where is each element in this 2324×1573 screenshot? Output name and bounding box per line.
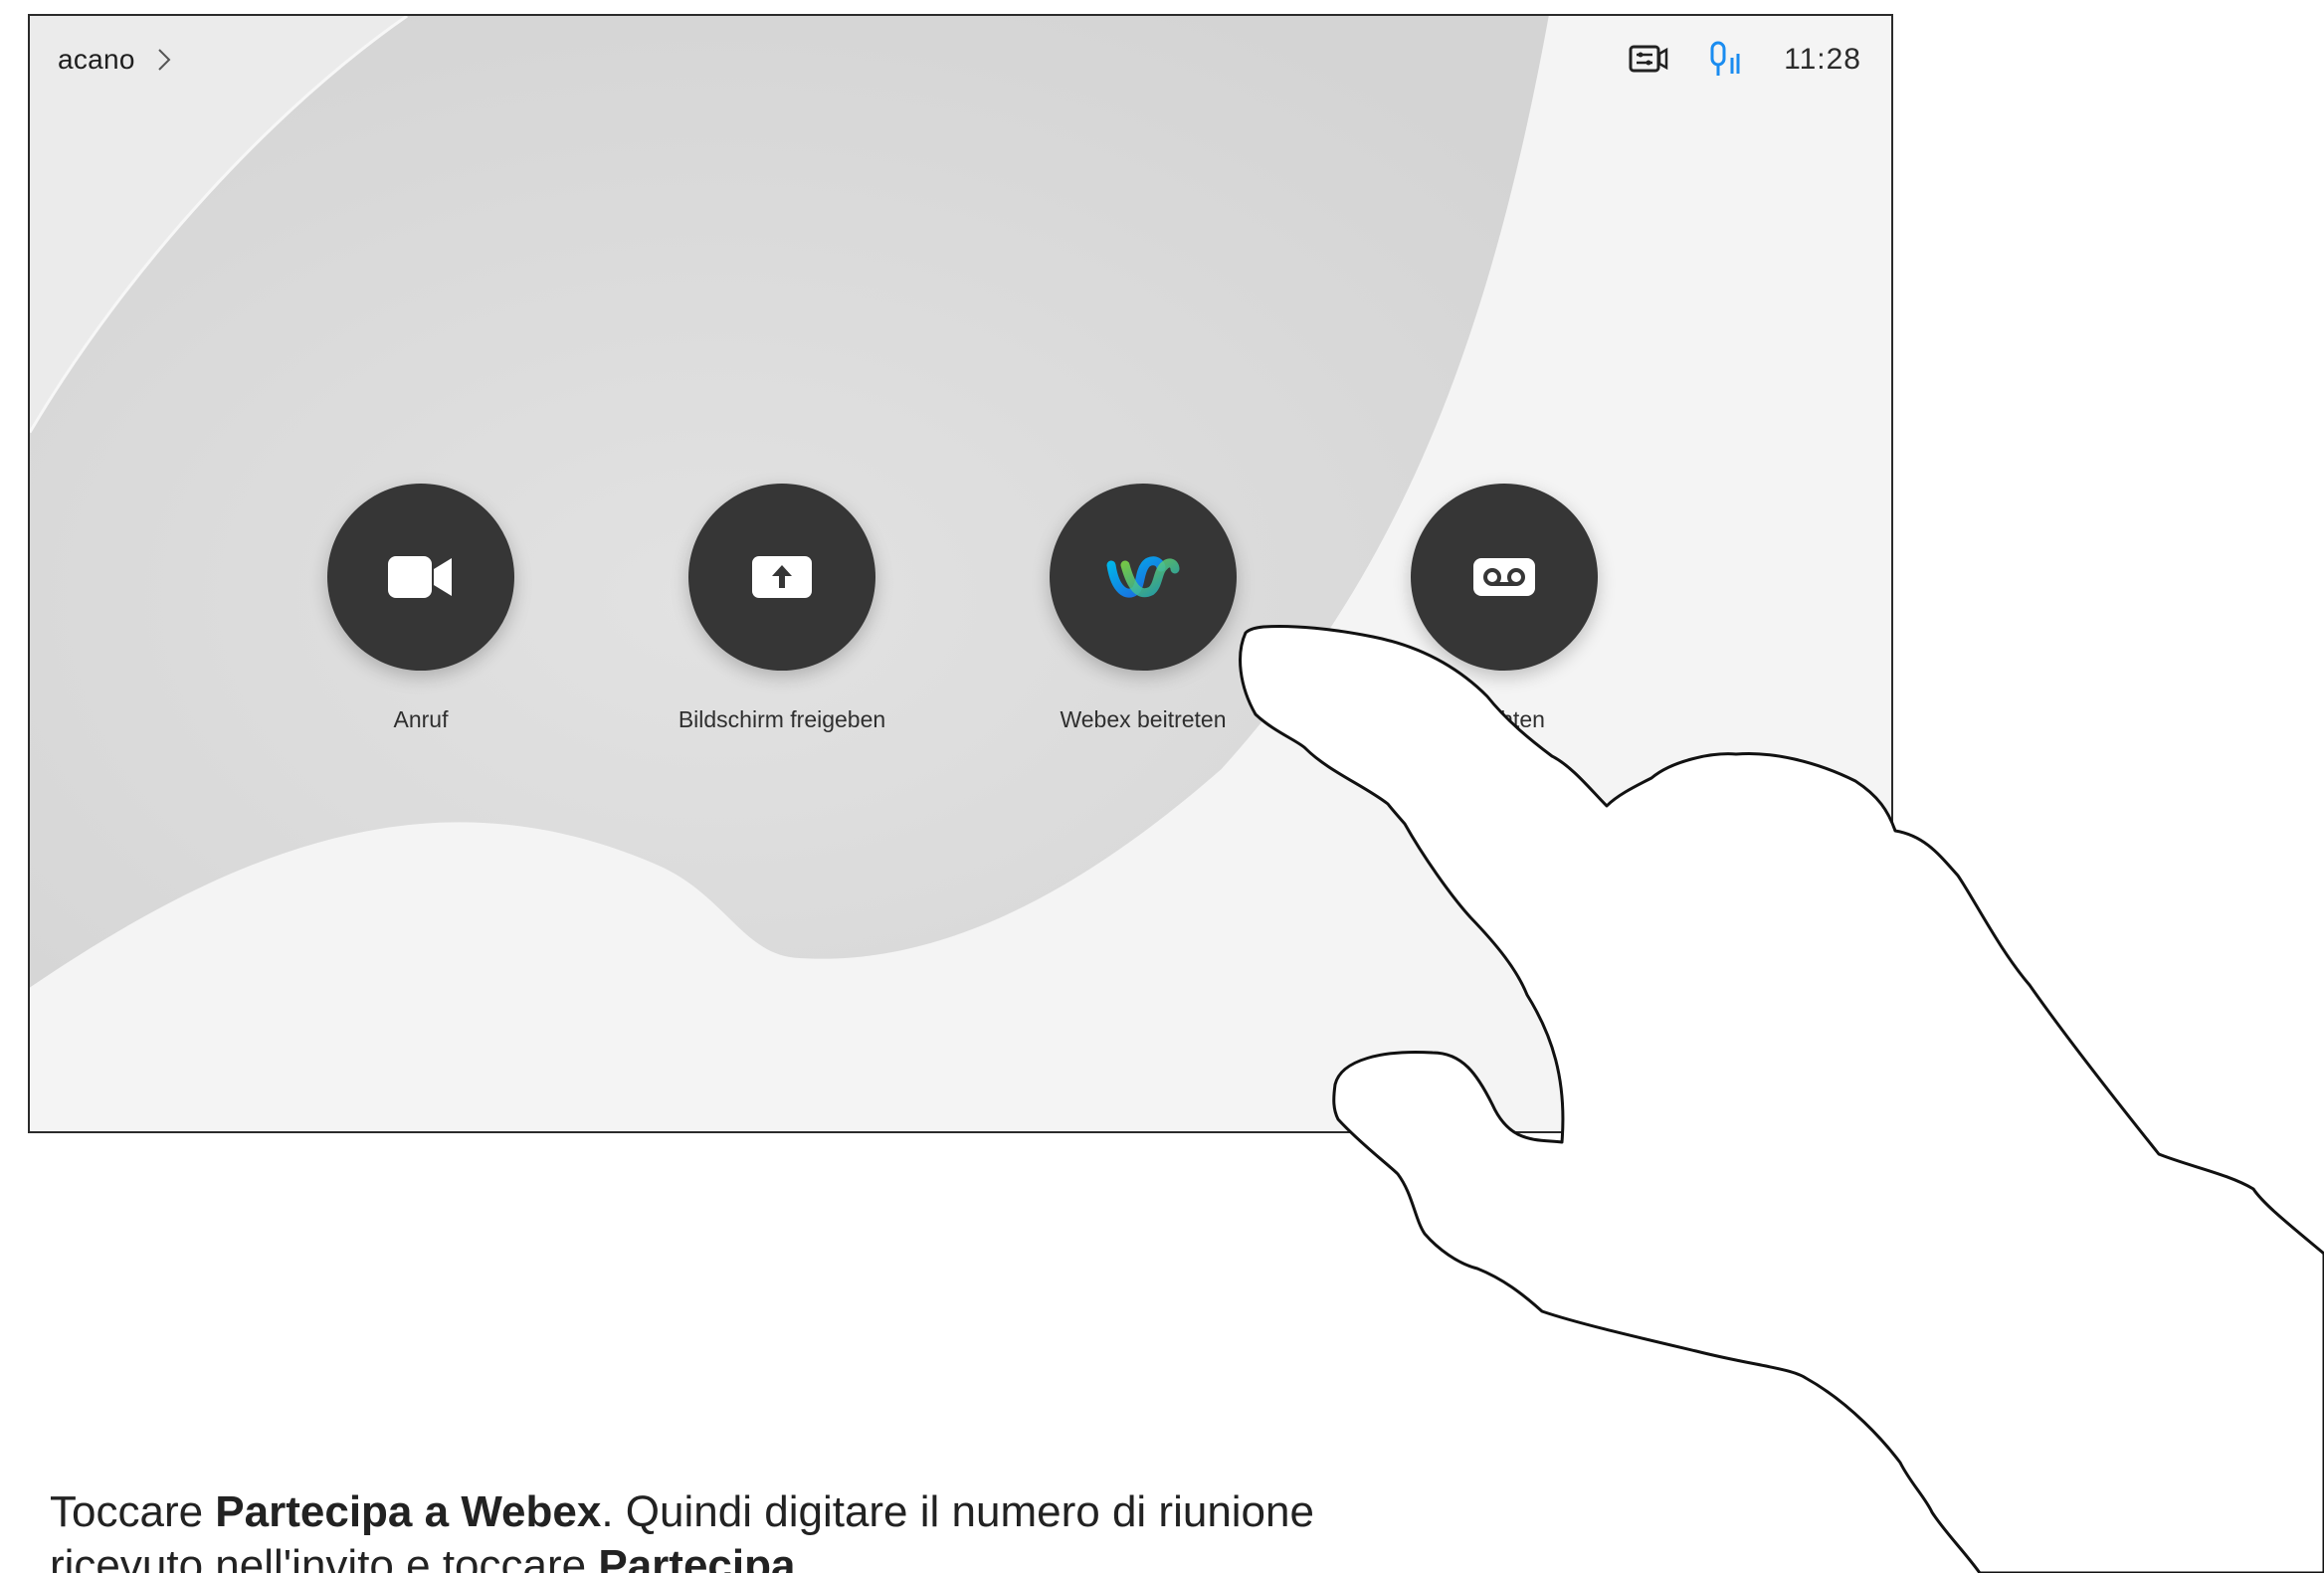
clock: 11:28: [1784, 43, 1861, 76]
webex-icon: [1106, 556, 1180, 598]
call-circle[interactable]: [327, 484, 514, 671]
messages-label: hrichten: [1463, 706, 1545, 732]
join-webex-circle[interactable]: [1050, 484, 1237, 671]
call-label: Anruf: [393, 706, 449, 732]
chevron-right-icon: [158, 49, 171, 71]
mic-level-icon[interactable]: [1708, 40, 1744, 80]
location-label: acano: [58, 44, 135, 75]
instruction-emphasis-join: Partecipa a Webex: [215, 1487, 602, 1536]
join-webex-button[interactable]: Webex beitreten: [954, 484, 1332, 733]
share-screen-button[interactable]: Bildschirm freigeben: [593, 484, 971, 733]
instruction-text: Toccare Partecipa a Webex. Quindi digita…: [50, 1485, 1443, 1573]
location-breadcrumb[interactable]: acano: [58, 40, 171, 80]
join-webex-label: Webex beitreten: [1060, 706, 1227, 732]
top-bar: acano 11:28: [30, 16, 1891, 96]
instruction-emphasis-partecipa: Partecipa: [598, 1541, 796, 1573]
video-camera-icon: [388, 556, 452, 598]
share-screen-icon: [752, 556, 812, 598]
messages-circle[interactable]: [1411, 484, 1598, 671]
share-screen-label: Bildschirm freigeben: [678, 706, 886, 732]
touch-panel-screen: acano 11:28 Anruf Bildschirm freigeben W…: [28, 14, 1893, 1133]
voicemail-icon: [1473, 558, 1535, 596]
call-button[interactable]: Anruf: [232, 484, 610, 733]
video-layout-icon[interactable]: [1629, 42, 1668, 78]
status-area: 11:28: [1629, 40, 1861, 80]
messages-button[interactable]: hrichten: [1315, 484, 1693, 733]
share-screen-circle[interactable]: [688, 484, 875, 671]
